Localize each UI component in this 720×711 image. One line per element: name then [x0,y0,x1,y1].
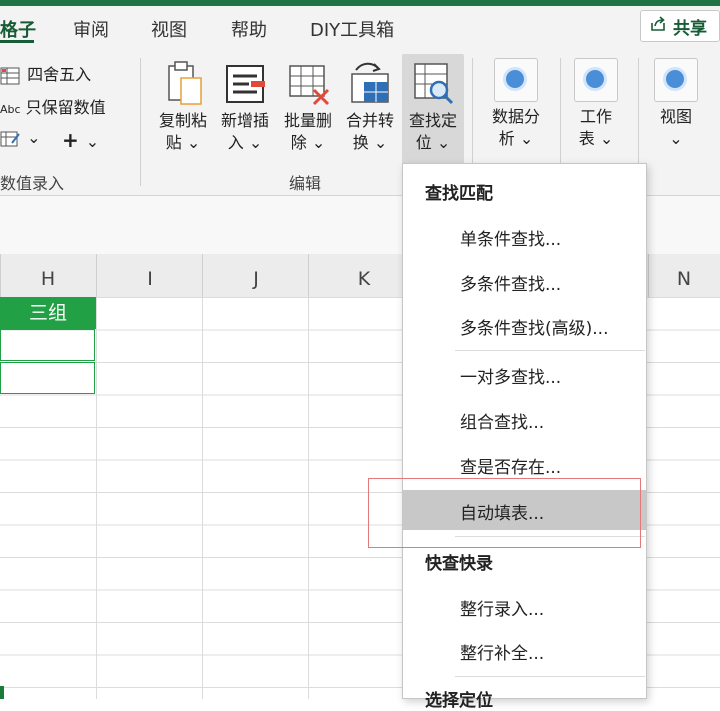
group-label-edit: 编辑 [289,174,322,193]
column-separator [202,254,203,297]
data-analysis-label-1: 数据分 [491,107,540,126]
column-separator [0,254,1,297]
clipboard-icon [168,61,202,105]
data-analysis-button[interactable]: 数据分 析 ⌄ [484,58,548,150]
column-separator [308,254,309,297]
merge-convert-label-1: 合并转 [345,111,394,130]
tab-help[interactable]: 帮助 [231,16,267,42]
column-header-j[interactable]: J [253,268,259,290]
keep-values-button[interactable]: Abc 只保留数值 [0,94,106,118]
row-indicator [0,686,4,699]
menu-item-multi-lookup[interactable]: 多条件查找... [403,261,646,301]
tab-review[interactable]: 审阅 [73,16,109,42]
column-separator [648,254,649,297]
round-icon [0,67,20,84]
menu-section-lookup: 查找匹配 [425,184,493,204]
merge-convert-button[interactable]: 合并转 换 ⌄ [340,60,400,154]
menu-item-one-to-many[interactable]: 一对多查找... [403,354,646,394]
find-locate-label-2: 位 ⌄ [415,133,451,152]
column-separator [96,254,97,297]
group-label-value-entry: 数值录入 [0,174,65,193]
insert-label-1: 新增插 [220,111,269,130]
menu-item-combined-lookup[interactable]: 组合查找... [403,399,646,439]
abc-icon: Abc [0,103,21,116]
insert-rows-icon [226,65,265,103]
active-tab-underline [0,40,34,43]
find-locate-dropdown-menu: 查找匹配 单条件查找... 多条件查找... 多条件查找(高级)... 一对多查… [402,163,647,711]
data-analysis-label-2: 析 ⌄ [498,129,534,148]
find-locate-button[interactable]: 查找定 位 ⌄ [402,54,464,166]
menu-item-row-entry[interactable]: 整行录入... [403,586,646,626]
group-separator [140,58,141,186]
column-header-h[interactable]: H [41,268,55,290]
menu-item-multi-lookup-advanced[interactable]: 多条件查找(高级)... [403,305,646,345]
circle-icon [494,58,538,102]
cell-h2[interactable] [0,329,95,361]
insert-label-2: 入 ⌄ [227,133,263,152]
highlight-frame [368,478,641,548]
batch-delete-label-2: 除 ⌄ [290,133,326,152]
menu-separator [455,676,645,677]
tab-diy-toolbox[interactable]: DIY工具箱 [310,16,394,42]
entry-dropdown[interactable]: ⌄ [0,128,41,149]
add-button[interactable]: + ⌄ [62,128,99,152]
circle-icon [654,58,698,102]
worksheet-label-1: 工作 [579,107,612,126]
view-button[interactable]: 视图 ⌄ [646,58,706,150]
share-button[interactable]: 共享 [640,10,720,42]
entry-icon [0,131,20,146]
tab-view[interactable]: 视图 [151,16,187,42]
add-caret: ⌄ [85,132,100,151]
batch-delete-button[interactable]: 批量删 除 ⌄ [278,60,338,154]
insert-button[interactable]: 新增插 入 ⌄ [215,60,275,154]
merge-convert-label-2: 换 ⌄ [352,133,388,152]
view-caret: ⌄ [669,129,683,148]
batch-delete-label-1: 批量删 [283,111,332,130]
ribbon-tab-bar: 格子 审阅 视图 帮助 DIY工具箱 共享 [0,6,720,50]
find-locate-label-1: 查找定 [408,111,457,130]
cell-h1[interactable]: 三组 [0,297,96,329]
cell-h3[interactable] [0,362,95,394]
menu-separator [455,350,645,351]
find-table-icon [414,63,454,105]
column-header-k[interactable]: K [358,268,370,290]
worksheet-button[interactable]: 工作 表 ⌄ [566,58,626,150]
copy-paste-label-1: 复制粘 [158,111,207,130]
copy-paste-label-2: 贴 ⌄ [165,133,201,152]
round-button[interactable]: 四舍五入 [0,61,91,86]
circle-icon [574,58,618,102]
copy-paste-button[interactable]: 复制粘 贴 ⌄ [153,60,213,154]
view-label: 视图 [659,107,692,126]
worksheet-label-2: 表 ⌄ [578,129,614,148]
keep-values-label: 只保留数值 [25,98,106,117]
share-icon [651,16,665,31]
share-label: 共享 [673,19,707,39]
merge-convert-icon [351,62,389,103]
plus-icon: + [62,128,79,152]
menu-section-quick-entry: 快查快录 [425,554,493,574]
menu-item-row-complete[interactable]: 整行补全... [403,630,646,670]
delete-cells-icon [289,65,330,106]
entry-caret: ⌄ [27,128,41,147]
column-header-i[interactable]: I [147,268,153,290]
menu-item-single-lookup[interactable]: 单条件查找... [403,216,646,256]
tab-table[interactable]: 格子 [0,16,36,42]
round-label: 四舍五入 [27,65,92,84]
column-header-n[interactable]: N [677,268,691,290]
